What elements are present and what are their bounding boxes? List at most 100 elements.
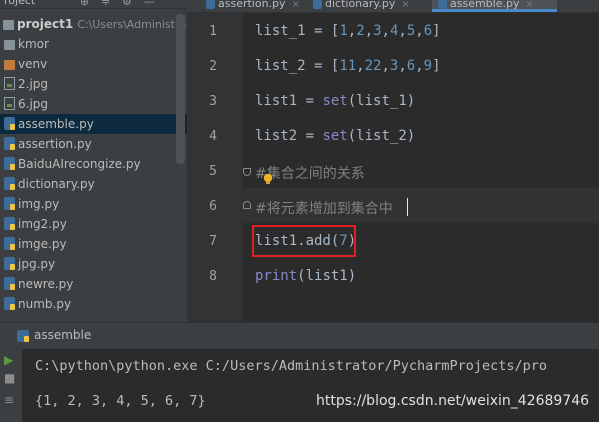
code-line-3[interactable]: list1 = set(list_1)	[242, 83, 599, 118]
code-line-4[interactable]: list2 = set(list_2)	[242, 118, 599, 153]
tree-item[interactable]: kmor	[0, 34, 187, 54]
tree-item[interactable]: BaiduAIrecongize.py	[0, 154, 187, 174]
scroll-icon[interactable]: ≡	[4, 393, 14, 407]
python-file-icon	[206, 0, 215, 9]
tree-item-label: numb.py	[18, 297, 72, 311]
rerun-icon[interactable]: ▶	[4, 353, 13, 367]
tree-item-label: img2.py	[18, 217, 67, 231]
tree-item-label: BaiduAIrecongize.py	[18, 157, 141, 171]
highlight-annotation-box	[252, 225, 356, 257]
code-editor[interactable]: list_1 = [1,2,3,4,5,6] list_2 = [11,22,3…	[242, 13, 599, 322]
python-file-icon	[4, 277, 15, 290]
collapse-icon[interactable]: ≑	[101, 0, 110, 8]
folder-icon	[4, 40, 15, 50]
tree-item-label: jpg.py	[18, 257, 56, 271]
run-config-tab[interactable]: assemble	[34, 328, 91, 342]
line-number: 4	[209, 129, 217, 144]
tree-scrollbar[interactable]	[176, 14, 185, 164]
code-line-1[interactable]: list_1 = [1,2,3,4,5,6]	[242, 13, 599, 48]
stop-icon[interactable]: ■	[4, 371, 15, 385]
project-tree-list: project1 C:\Users\Administrato kmor venv 2.…	[0, 14, 187, 314]
line-number: 3	[209, 94, 217, 109]
code-line-8[interactable]: print(list1)	[242, 258, 599, 293]
tree-item[interactable]: dictionary.py	[0, 174, 187, 194]
line-number: 7	[209, 234, 217, 249]
tree-item[interactable]: assertion.py	[0, 134, 187, 154]
project-panel-label[interactable]: roject	[4, 0, 35, 7]
editor-tab[interactable]: assertion.py ×	[200, 0, 306, 12]
target-icon[interactable]: ⊕	[80, 0, 89, 8]
python-file-icon	[4, 177, 15, 190]
python-file-icon	[4, 117, 15, 130]
line-number: 2	[209, 59, 217, 74]
console-output[interactable]: C:\python\python.exe C:/Users/Administra…	[22, 349, 599, 422]
project-tree-header: roject ⊕ ≑ ⚙ —	[0, 0, 187, 9]
console-output-line: {1, 2, 3, 4, 5, 6, 7}	[35, 393, 206, 409]
tree-item-label: newre.py	[18, 277, 74, 291]
project-root-row[interactable]: project1 C:\Users\Administrato	[0, 14, 187, 34]
project-tree-panel: roject ⊕ ≑ ⚙ — project1 C:\Users\Administ…	[0, 0, 187, 322]
code-line-2[interactable]: list_2 = [11,22,3,6,9]	[242, 48, 599, 83]
python-file-icon	[4, 157, 15, 170]
tab-label: assertion.py	[218, 0, 286, 10]
python-file-icon	[438, 0, 447, 9]
tree-item[interactable]: newre.py	[0, 274, 187, 294]
tree-item-label: assertion.py	[18, 137, 92, 151]
close-icon[interactable]: ×	[525, 0, 533, 10]
close-icon[interactable]: ×	[292, 0, 300, 10]
editor-tab-bar: assertion.py × dictionary.py × assemble.py ×	[187, 0, 599, 13]
line-number: 5	[209, 164, 217, 179]
python-file-icon	[313, 0, 322, 9]
text-caret	[407, 198, 408, 216]
python-file-icon	[4, 137, 15, 150]
tree-item[interactable]: jpg.py	[0, 254, 187, 274]
tree-item[interactable]: img2.py	[0, 214, 187, 234]
project-name: project1	[17, 17, 74, 31]
line-number: 6	[209, 199, 217, 214]
tree-item[interactable]: numb.py	[0, 294, 187, 314]
gear-icon[interactable]: ⚙	[122, 0, 132, 8]
python-file-icon	[4, 197, 15, 210]
venv-folder-icon	[4, 60, 15, 70]
console-command-line: C:\python\python.exe C:/Users/Administra…	[35, 358, 548, 374]
fold-end-icon[interactable]	[243, 201, 251, 209]
tree-item-label: dictionary.py	[18, 177, 95, 191]
lightbulb-icon[interactable]	[262, 173, 274, 185]
tree-item-label: kmor	[18, 37, 49, 51]
python-file-icon	[4, 237, 15, 250]
watermark-text: https://blog.csdn.net/weixin_42689746	[316, 393, 590, 409]
folder-icon	[3, 20, 14, 30]
fold-start-icon[interactable]	[243, 168, 251, 176]
code-line-5[interactable]: #集合之间的关系	[242, 153, 599, 188]
tree-item-label: img.py	[18, 197, 60, 211]
editor-tab[interactable]: dictionary.py ×	[307, 0, 431, 12]
python-file-icon	[4, 297, 15, 310]
tree-item[interactable]: img.py	[0, 194, 187, 214]
image-file-icon	[4, 97, 15, 110]
python-file-icon	[4, 257, 15, 270]
line-number: 1	[209, 24, 217, 39]
tree-item[interactable]: venv	[0, 54, 187, 74]
tree-item[interactable]: imge.py	[0, 234, 187, 254]
tree-item-label: imge.py	[18, 237, 67, 251]
image-file-icon	[4, 77, 15, 90]
tab-label: assemble.py	[450, 0, 520, 10]
project-path: C:\Users\Administrato	[77, 18, 187, 31]
python-file-icon	[4, 217, 15, 230]
tree-item[interactable]: assemble.py	[0, 114, 187, 134]
code-line-6[interactable]: #将元素增加到集合中	[242, 188, 599, 223]
python-file-icon	[17, 330, 29, 342]
tree-item-label: venv	[18, 57, 48, 71]
editor-tab[interactable]: assemble.py ×	[432, 0, 557, 12]
tree-item-label: assemble.py	[18, 117, 94, 131]
tree-item-label: 6.jpg	[18, 97, 49, 111]
tree-item[interactable]: 6.jpg	[0, 94, 187, 114]
tab-label: dictionary.py	[325, 0, 396, 10]
run-panel-header: assemble	[0, 322, 599, 350]
tree-item-label: 2.jpg	[18, 77, 49, 91]
line-number: 8	[209, 269, 217, 284]
run-toolbar: ▶ ■ ≡	[0, 349, 22, 422]
tree-item[interactable]: 2.jpg	[0, 74, 187, 94]
close-icon[interactable]: ×	[401, 0, 409, 10]
hide-icon[interactable]: —	[144, 0, 155, 8]
